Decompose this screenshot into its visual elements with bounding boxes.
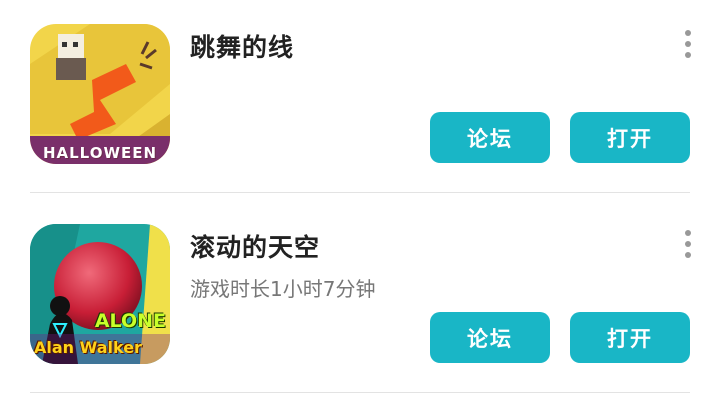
game-title: 滚动的天空 [190, 233, 321, 262]
divider [30, 392, 690, 393]
forum-button[interactable]: 论坛 [430, 312, 550, 363]
dancing-line-icon[interactable]: HALLOWEEN [30, 24, 170, 164]
divider [30, 192, 690, 193]
play-time-text: 游戏时长1小时7分钟 [190, 277, 376, 301]
game-list-item[interactable]: HALLOWEEN 跳舞的线 论坛 打开 [0, 0, 720, 200]
open-button[interactable]: 打开 [570, 112, 690, 163]
open-button[interactable]: 打开 [570, 312, 690, 363]
icon-caption: HALLOWEEN [42, 144, 158, 162]
game-list-item[interactable]: ALONE Alan Walker 滚动的天空 游戏时长1小时7分钟 论坛 打开 [0, 200, 720, 400]
icon-caption: ALONE [94, 310, 166, 332]
forum-button[interactable]: 论坛 [430, 112, 550, 163]
icon-caption: Alan Walker [34, 338, 142, 357]
more-options-icon[interactable] [684, 230, 692, 258]
more-options-icon[interactable] [684, 30, 692, 58]
rolling-sky-icon[interactable]: ALONE Alan Walker [30, 224, 170, 364]
game-title: 跳舞的线 [190, 33, 295, 62]
